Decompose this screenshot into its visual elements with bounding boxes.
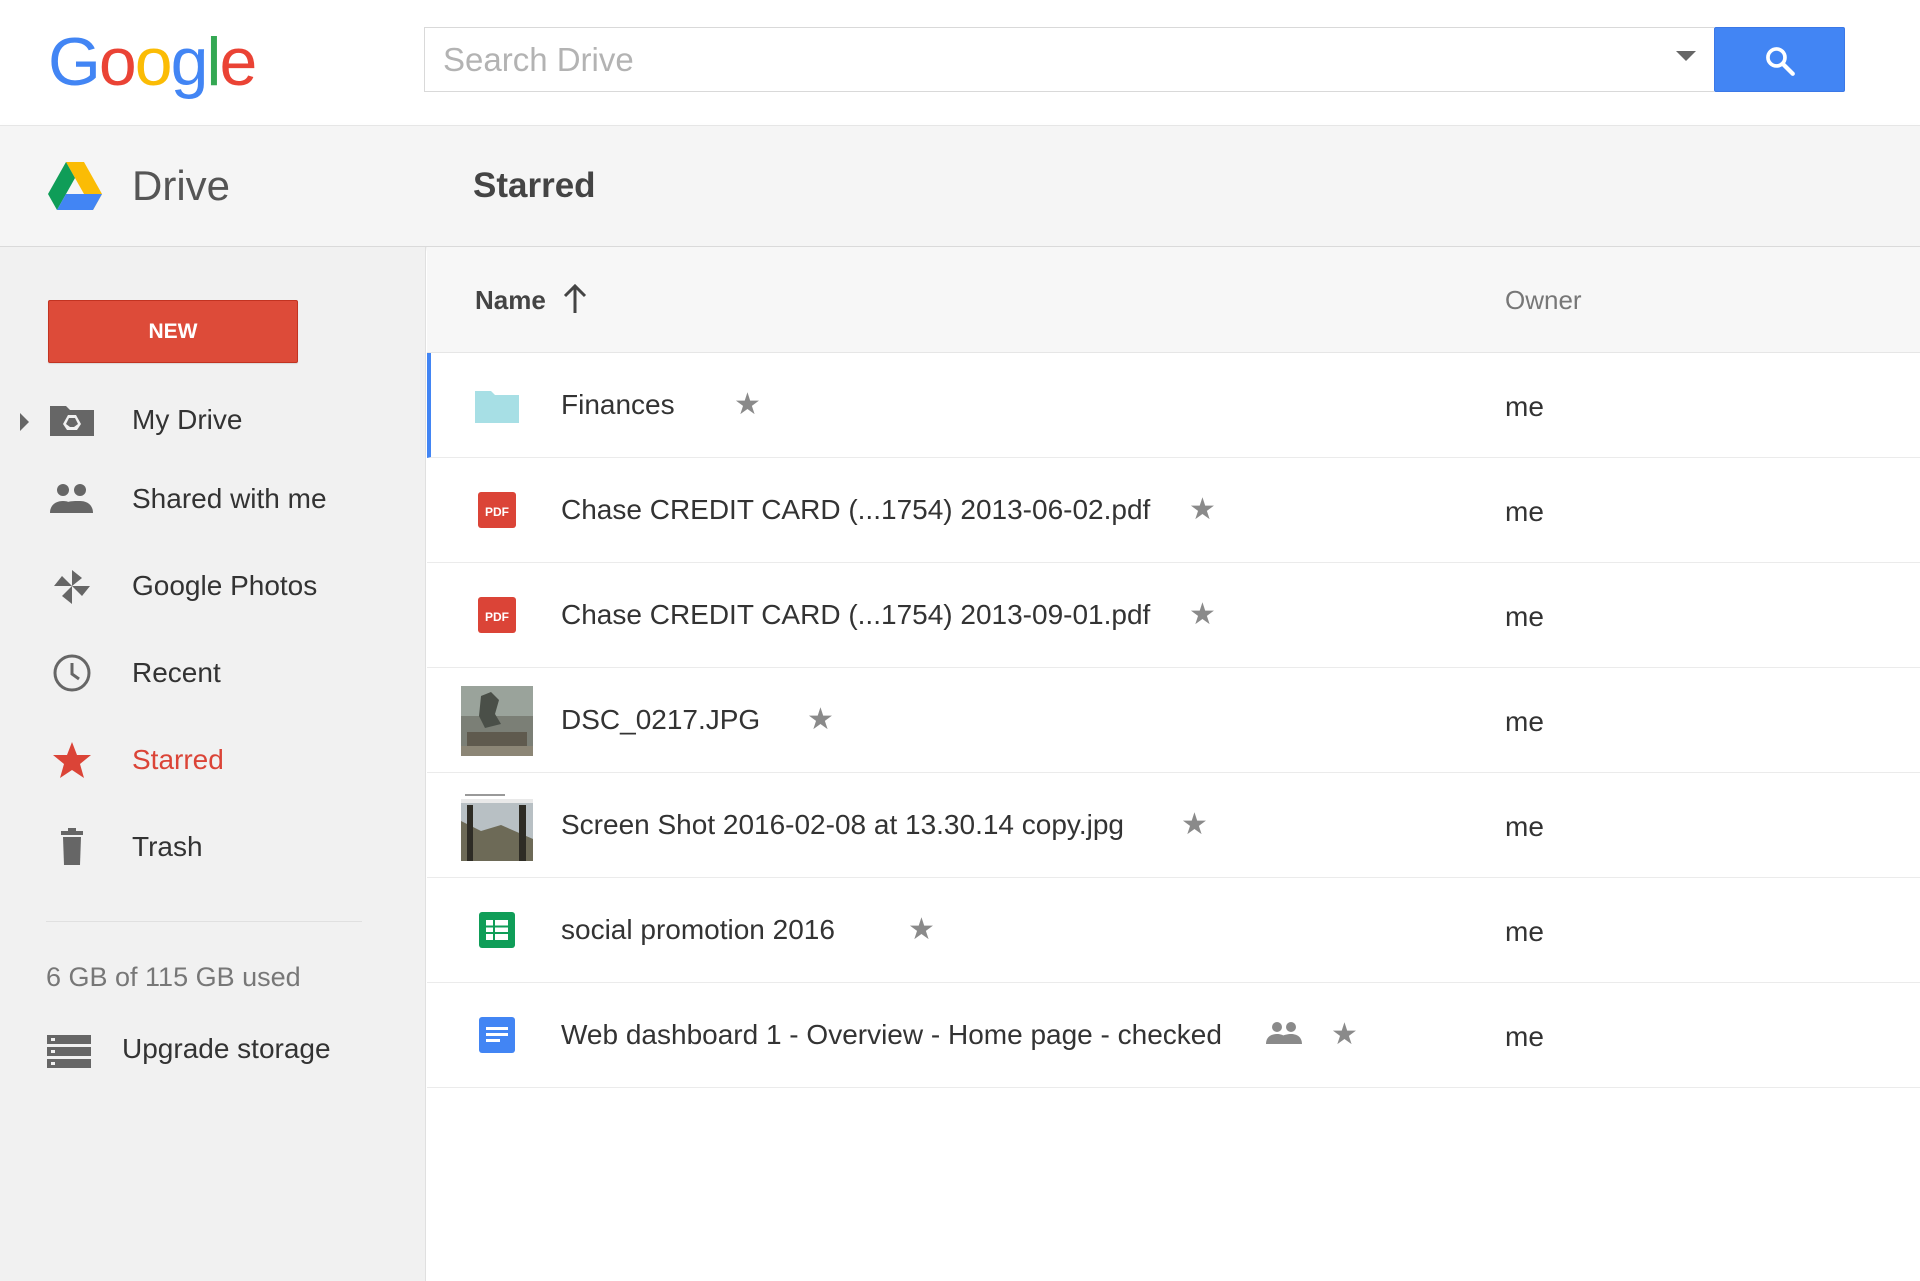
star-icon (53, 742, 91, 778)
pinwheel-icon (54, 570, 90, 604)
google-logo[interactable]: Google (48, 22, 258, 102)
table-row[interactable]: Finances ★ me (427, 353, 1920, 458)
sidebar-item-label: Starred (132, 744, 224, 775)
column-header-name[interactable]: Name (475, 282, 546, 318)
file-owner: me (1505, 811, 1544, 842)
folder-icon (475, 391, 519, 423)
sidebar-item-starred[interactable]: Starred (0, 730, 426, 790)
table-row[interactable]: DSC_0217.JPG ★ me (427, 668, 1920, 773)
storage-usage-text: 6 GB of 115 GB used (46, 962, 301, 992)
sidebar-item-label: Shared with me (132, 483, 327, 514)
table-row[interactable]: PDF Chase CREDIT CARD (...1754) 2013-06-… (427, 458, 1920, 563)
column-header-owner[interactable]: Owner (1505, 282, 1582, 318)
upgrade-storage-link[interactable]: Upgrade storage (46, 1022, 366, 1077)
sidebar-item-label: My Drive (132, 404, 243, 435)
search-options-dropdown-icon[interactable] (1676, 51, 1696, 61)
image-thumbnail (461, 686, 533, 756)
file-name: Finances (561, 389, 675, 420)
drive-logo-icon[interactable] (48, 162, 102, 210)
sidebar-item-label: Google Photos (132, 570, 318, 601)
sidebar-divider (46, 921, 362, 922)
table-row[interactable]: Web dashboard 1 - Overview - Home page -… (427, 983, 1920, 1088)
trash-icon (61, 828, 83, 865)
file-name: social promotion 2016 (561, 914, 835, 945)
search-icon (1766, 47, 1795, 76)
shared-people-icon (1266, 1022, 1302, 1044)
logo-letter-o2: o (134, 24, 173, 100)
file-owner: me (1505, 916, 1544, 947)
star-icon[interactable]: ★ (1189, 599, 1216, 631)
my-drive-folder-icon (50, 406, 94, 436)
file-owner: me (1505, 496, 1544, 527)
pdf-badge-text: PDF (485, 610, 509, 624)
star-icon[interactable]: ★ (1181, 809, 1208, 841)
file-name: Web dashboard 1 - Overview - Home page -… (561, 1019, 1222, 1050)
spreadsheet-icon (479, 912, 515, 948)
logo-letter-g2: g (170, 24, 209, 100)
star-icon[interactable]: ★ (908, 914, 935, 946)
file-list: Name Owner Finances ★ me PDF Chase CREDI… (427, 247, 1920, 1281)
upgrade-storage-label: Upgrade storage (122, 1033, 331, 1064)
file-owner: me (1505, 1021, 1544, 1052)
logo-letter-l: l (206, 24, 221, 100)
star-icon[interactable]: ★ (1189, 494, 1216, 526)
star-icon[interactable]: ★ (734, 389, 761, 421)
file-name: Chase CREDIT CARD (...1754) 2013-09-01.p… (561, 599, 1151, 630)
sort-ascending-arrow-icon[interactable] (562, 283, 588, 315)
logo-letter-o1: o (98, 24, 137, 100)
file-owner: me (1505, 391, 1544, 422)
sidebar-item-my-drive[interactable]: My Drive (0, 390, 426, 450)
page-title: Starred (473, 166, 596, 205)
table-row[interactable]: social promotion 2016 ★ me (427, 878, 1920, 983)
star-icon[interactable]: ★ (1331, 1019, 1358, 1051)
search-button[interactable] (1714, 27, 1845, 92)
sidebar: NEW My Drive Shared with me Google Photo… (0, 247, 426, 1281)
storage-stack-icon (47, 1035, 91, 1068)
logo-letter-g: G (48, 24, 101, 100)
table-row[interactable]: PDF Chase CREDIT CARD (...1754) 2013-09-… (427, 563, 1920, 668)
file-owner: me (1505, 706, 1544, 737)
file-name: Chase CREDIT CARD (...1754) 2013-06-02.p… (561, 494, 1151, 525)
sidebar-item-label: Trash (132, 831, 203, 862)
document-icon (479, 1017, 515, 1053)
logo-letter-e: e (219, 24, 258, 100)
file-name: DSC_0217.JPG (561, 704, 761, 735)
drive-app-label[interactable]: Drive (132, 162, 230, 210)
table-row[interactable]: Screen Shot 2016-02-08 at 13.30.14 copy.… (427, 773, 1920, 878)
search-input[interactable] (443, 28, 1623, 91)
app-header: Drive Starred (0, 125, 1920, 247)
sidebar-item-shared-with-me[interactable]: Shared with me (0, 469, 426, 529)
new-button[interactable]: NEW (48, 300, 298, 363)
star-icon[interactable]: ★ (807, 704, 834, 736)
sidebar-item-recent[interactable]: Recent (0, 643, 426, 703)
sidebar-item-label: Recent (132, 657, 221, 688)
sidebar-item-trash[interactable]: Trash (0, 817, 426, 877)
image-thumbnail (461, 791, 533, 861)
top-bar: Google (0, 0, 1920, 125)
file-name: Screen Shot 2016-02-08 at 13.30.14 copy.… (561, 809, 1124, 840)
expand-arrow-icon[interactable] (20, 413, 29, 431)
pdf-file-icon: PDF (478, 492, 516, 528)
search-box (424, 27, 1714, 92)
file-owner: me (1505, 601, 1544, 632)
clock-icon (53, 654, 91, 692)
pdf-file-icon: PDF (478, 597, 516, 633)
pdf-badge-text: PDF (485, 505, 509, 519)
list-header: Name Owner (427, 247, 1920, 353)
people-icon (50, 484, 93, 513)
sidebar-item-google-photos[interactable]: Google Photos (0, 556, 426, 616)
